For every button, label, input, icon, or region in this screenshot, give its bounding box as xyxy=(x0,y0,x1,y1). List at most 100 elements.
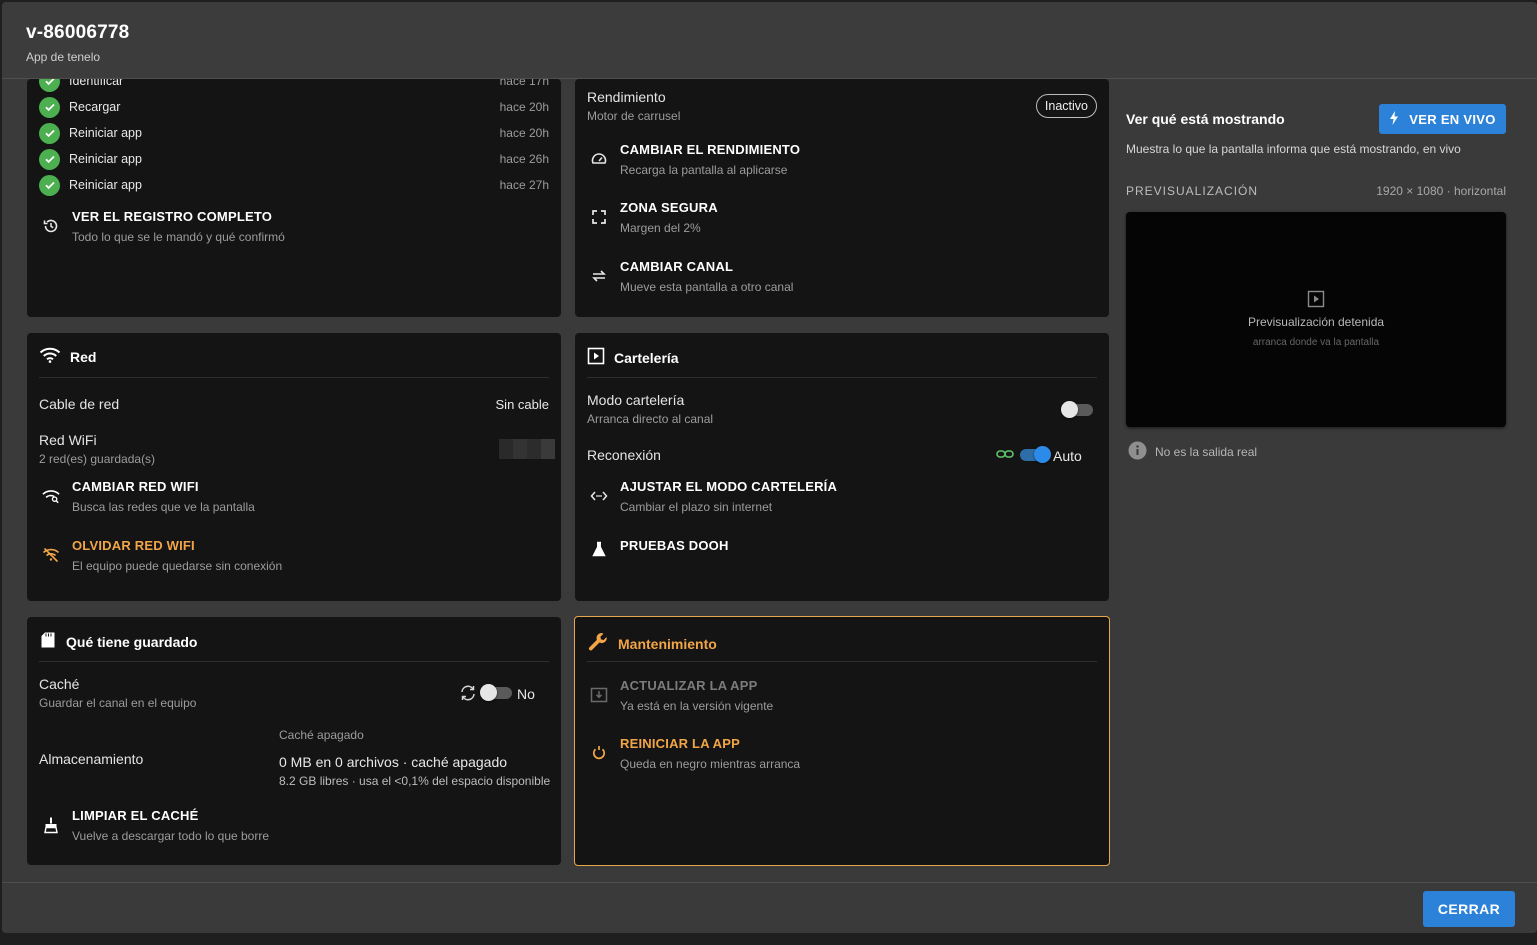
reconnect-value: Auto xyxy=(1053,448,1082,464)
swap-arrows-icon xyxy=(590,267,608,285)
forget-wifi-sub: El equipo puede quedarse sin conexión xyxy=(72,559,283,573)
log-item-label: Recargar xyxy=(69,100,121,114)
log-item-time: hace 20h xyxy=(499,100,549,114)
performance-label: Rendimiento xyxy=(587,89,666,105)
adjust-signage-title: AJUSTAR EL MODO CARTELERÍA xyxy=(620,479,838,494)
wrench-icon xyxy=(587,631,609,656)
bolt-icon xyxy=(1389,110,1399,128)
wifi-sub: 2 red(es) guardada(s) xyxy=(39,452,156,466)
preview-note: No es la salida real xyxy=(1128,441,1257,463)
maintenance-card: Mantenimiento ACTUALIZAR LA APP Ya está … xyxy=(574,616,1110,866)
info-icon xyxy=(1128,441,1147,463)
change-channel-button[interactable]: CAMBIAR CANAL Mueve esta pantalla a otro… xyxy=(590,259,793,294)
view-full-log-sub: Todo lo que se le mandó y qué confirmó xyxy=(72,230,285,244)
update-app-sub: Ya está en la versión vigente xyxy=(620,699,774,713)
play-box-icon xyxy=(1307,290,1325,311)
wifi-icon xyxy=(39,347,61,366)
adjust-signage-button[interactable]: AJUSTAR EL MODO CARTELERÍA Cambiar el pl… xyxy=(590,479,837,514)
history-icon xyxy=(42,217,60,235)
log-item-time: hace 20h xyxy=(499,126,549,140)
adjust-signage-sub: Cambiar el plazo sin internet xyxy=(620,500,773,514)
log-item: Reiniciar app hace 27h xyxy=(39,174,549,196)
cable-value: Sin cable xyxy=(495,397,549,412)
view-full-log-title: VER EL REGISTRO COMPLETO xyxy=(72,209,273,224)
change-performance-sub: Recarga la pantalla al aplicarse xyxy=(620,163,788,177)
modal-body[interactable]: Identificar hace 17h Recargar hace 20h R… xyxy=(2,79,1537,882)
divider xyxy=(39,661,549,662)
view-live-button[interactable]: VER EN VIVO xyxy=(1379,104,1506,134)
maintenance-title-text: Mantenimiento xyxy=(618,635,717,652)
signage-card: Cartelería Modo cartelería Arranca direc… xyxy=(575,333,1109,601)
change-channel-title: CAMBIAR CANAL xyxy=(620,259,734,274)
sync-icon xyxy=(459,684,477,705)
reconnect-toggle[interactable] xyxy=(1020,446,1051,463)
wifi-label: Red WiFi xyxy=(39,432,97,448)
signage-mode-toggle[interactable] xyxy=(1061,401,1093,418)
cable-label: Cable de red xyxy=(39,396,120,412)
clear-cache-button[interactable]: LIMPIAR EL CACHÉ Vuelve a descargar todo… xyxy=(42,808,269,843)
change-channel-sub: Mueve esta pantalla a otro canal xyxy=(620,280,794,294)
view-live-label: VER EN VIVO xyxy=(1409,111,1496,127)
preview-screen[interactable]: Previsualización detenida arranca donde … xyxy=(1126,212,1506,427)
log-item-time: hace 27h xyxy=(499,178,549,192)
maintenance-title: Mantenimiento xyxy=(587,631,717,656)
flask-icon xyxy=(590,540,608,558)
preview-note-text: No es la salida real xyxy=(1155,445,1258,459)
speedometer-icon xyxy=(590,150,608,168)
view-full-log-button[interactable]: VER EL REGISTRO COMPLETO Todo lo que se … xyxy=(42,209,285,244)
storage-label: Almacenamiento xyxy=(39,751,144,767)
download-icon xyxy=(590,686,608,704)
check-icon xyxy=(39,96,60,118)
divider xyxy=(39,377,549,378)
log-item-label: Reiniciar app xyxy=(69,178,142,192)
storage-title: Qué tiene guardado xyxy=(39,631,197,652)
wifi-search-icon xyxy=(42,487,60,505)
preview-label: PREVISUALIZACIÓN xyxy=(1126,184,1259,198)
device-title: v-86006778 xyxy=(26,22,130,43)
network-title-text: Red xyxy=(70,348,97,365)
reconnect-label: Reconexión xyxy=(587,447,661,463)
preview-stopped-title: Previsualización detenida xyxy=(1247,315,1385,329)
network-title: Red xyxy=(39,347,96,366)
divider xyxy=(587,377,1097,378)
check-icon xyxy=(39,174,60,196)
close-button[interactable]: CERRAR xyxy=(1423,891,1515,927)
wifi-off-icon xyxy=(42,546,60,564)
safe-zone-button[interactable]: ZONA SEGURA Margen del 2% xyxy=(590,200,718,235)
safe-zone-title: ZONA SEGURA xyxy=(620,200,718,215)
storage-detail: 8.2 GB libres · usa el <0,1% del espacio… xyxy=(279,774,551,788)
change-performance-title: CAMBIAR EL RENDIMIENTO xyxy=(620,142,801,157)
change-wifi-title: CAMBIAR RED WIFI xyxy=(72,479,199,494)
check-icon xyxy=(39,148,60,170)
cache-sub: Guardar el canal en el equipo xyxy=(39,696,197,710)
dooh-tests-button[interactable]: PRUEBAS DOOH xyxy=(590,538,729,558)
network-card: Red Cable de red Sin cable Red WiFi 2 re… xyxy=(27,333,561,601)
performance-status-badge: Inactivo xyxy=(1035,94,1097,118)
log-item-label: Reiniciar app xyxy=(69,152,142,166)
update-app-title: ACTUALIZAR LA APP xyxy=(620,678,758,693)
storage-title-text: Qué tiene guardado xyxy=(66,633,198,650)
forget-wifi-button[interactable]: OLVIDAR RED WIFI El equipo puede quedars… xyxy=(42,538,282,573)
signage-title-text: Cartelería xyxy=(614,349,679,366)
live-title: Ver qué está mostrando xyxy=(1126,111,1285,127)
command-log-card: Identificar hace 17h Recargar hace 20h R… xyxy=(27,79,561,317)
storage-card: Qué tiene guardado Caché Guardar el cana… xyxy=(27,617,561,865)
log-item-label: Reiniciar app xyxy=(69,126,142,140)
fullscreen-icon xyxy=(590,208,608,226)
log-item: Identificar hace 17h xyxy=(39,79,549,92)
log-item: Reiniciar app hace 26h xyxy=(39,148,549,170)
change-wifi-button[interactable]: CAMBIAR RED WIFI Busca las redes que ve … xyxy=(42,479,255,514)
cache-value: No xyxy=(517,686,535,702)
code-arrows-icon xyxy=(590,487,608,505)
restart-app-title: REINICIAR LA APP xyxy=(620,736,740,751)
update-app-button[interactable]: ACTUALIZAR LA APP Ya está en la versión … xyxy=(590,678,773,713)
broom-icon xyxy=(42,816,60,834)
performance-card: Rendimiento Motor de carrusel Inactivo C… xyxy=(575,79,1109,317)
divider xyxy=(587,661,1097,662)
cache-toggle[interactable] xyxy=(480,684,512,701)
live-preview-panel: Ver qué está mostrando VER EN VIVO Muest… xyxy=(1126,79,1506,882)
change-performance-button[interactable]: CAMBIAR EL RENDIMIENTO Recarga la pantal… xyxy=(590,142,800,177)
restart-app-button[interactable]: REINICIAR LA APP Queda en negro mientras… xyxy=(590,736,800,771)
forget-wifi-title: OLVIDAR RED WIFI xyxy=(72,538,195,553)
sd-card-icon xyxy=(39,631,57,652)
